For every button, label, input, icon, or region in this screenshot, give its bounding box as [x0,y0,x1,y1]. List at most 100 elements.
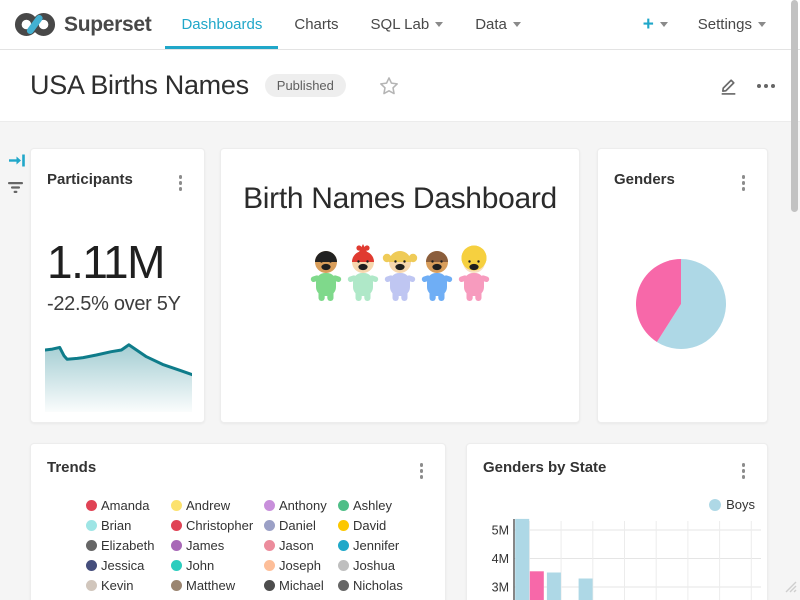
pencil-icon [718,75,739,96]
legend-dot [171,500,182,511]
chart-title: Genders [614,171,675,188]
ellipsis-icon [757,84,761,88]
page-title: USA Births Names [30,70,249,101]
legend-dot [86,520,97,531]
legend-item-kevin[interactable]: Kevin [86,576,171,596]
svg-text:4M: 4M [492,552,509,566]
genders-by-state-bar-chart: 5M 4M 3M [467,515,767,600]
legend-dot [264,540,275,551]
legend-dot [264,500,275,511]
legend-dot [264,520,275,531]
svg-text:3M: 3M [492,580,509,594]
legend-item-amanda[interactable]: Amanda [86,496,171,516]
legend-item-andrew[interactable]: Andrew [171,496,264,516]
kid-figure [308,244,344,302]
resize-handle-icon[interactable] [782,578,797,598]
superset-logo[interactable]: Superset [14,11,151,38]
chevron-down-icon [758,22,766,27]
legend-item-jason[interactable]: Jason [264,536,338,556]
chart-menu-kebab-icon[interactable] [736,459,752,483]
trends-card: Trends Amanda Andrew Anthony Ashley Bria… [30,443,446,600]
chart-title: Genders by State [483,459,606,476]
dashboard-grid: Participants 1.11M -22.5% over 5Y Birth … [0,122,800,600]
legend-item-michael[interactable]: Michael [264,576,338,596]
legend-item-joshua[interactable]: Joshua [338,556,438,576]
legend-item-christopher[interactable]: Christopher [171,516,264,536]
legend-dot [86,540,97,551]
expand-filter-bar-icon[interactable] [8,152,27,174]
participants-card: Participants 1.11M -22.5% over 5Y [30,148,205,423]
new-item-button[interactable]: + [643,15,668,34]
top-navbar: Superset Dashboards Charts SQL Lab Data … [0,0,800,50]
legend-dot [86,560,97,571]
nav-tab-charts[interactable]: Charts [278,0,354,49]
chart-menu-kebab-icon[interactable] [173,171,189,195]
legend-dot [338,560,349,571]
legend-dot [709,499,721,511]
chart-menu-kebab-icon[interactable] [736,171,752,195]
trends-legend: Amanda Andrew Anthony Ashley Brian Chris… [86,496,429,600]
legend-dot [171,520,182,531]
legend-item-nicholas[interactable]: Nicholas [338,576,438,596]
filter-icon[interactable] [7,180,24,200]
legend-item-james[interactable]: James [171,536,264,556]
markdown-card: Birth Names Dashboard [220,148,580,423]
genders-by-state-card: Genders by State Boys 5M 4M 3M [466,443,768,600]
kid-figure [456,244,492,302]
chart-menu-kebab-icon[interactable] [414,459,430,483]
legend-dot [338,540,349,551]
main-nav: Dashboards Charts SQL Lab Data [165,0,536,49]
svg-text:5M: 5M [492,523,509,537]
legend-item-boys[interactable]: Boys [467,497,755,513]
legend-item-sarah[interactable]: Sarah [264,596,338,600]
legend-item-john[interactable]: John [171,556,264,576]
legend-item-david[interactable]: David [338,516,438,536]
chevron-down-icon [660,22,668,27]
legend-dot [86,500,97,511]
legend-item-brian[interactable]: Brian [86,516,171,536]
legend-dot [171,560,182,571]
chart-title: Trends [47,459,96,476]
big-number-subheader: -22.5% over 5Y [47,293,188,316]
favorite-star-icon[interactable] [378,75,400,97]
infinity-logo-icon [14,11,56,38]
settings-menu[interactable]: Settings [698,16,766,33]
legend-dot [264,560,275,571]
legend-dot [171,580,182,591]
legend-dot [338,500,349,511]
edit-dashboard-button[interactable] [718,75,739,96]
nav-tab-sql-lab[interactable]: SQL Lab [355,0,460,49]
kids-illustration [221,244,579,302]
more-actions-button[interactable] [757,84,775,88]
legend-item-daniel[interactable]: Daniel [264,516,338,536]
legend-item-jennifer[interactable]: Jennifer [338,536,438,556]
legend-item-ryan[interactable]: Ryan [171,596,264,600]
brand-name: Superset [64,13,151,37]
legend-item-ashley[interactable]: Ashley [338,496,438,516]
chart-title: Participants [47,171,133,188]
nav-tab-dashboards[interactable]: Dashboards [165,0,278,49]
published-badge[interactable]: Published [265,74,346,97]
legend-dot [86,580,97,591]
legend-item-anthony[interactable]: Anthony [264,496,338,516]
nav-tab-data[interactable]: Data [459,0,537,49]
legend-item-joseph[interactable]: Joseph [264,556,338,576]
legend-item-thomas[interactable]: Thomas [338,596,438,600]
genders-card: Genders [597,148,768,423]
legend-item-elizabeth[interactable]: Elizabeth [86,536,171,556]
kid-figure [345,244,381,302]
legend-item-robert[interactable]: Robert [86,596,171,600]
markdown-heading: Birth Names Dashboard [221,182,579,216]
kid-figure [419,244,455,302]
genders-pie-chart [635,258,727,350]
legend-dot [171,540,182,551]
chevron-down-icon [513,22,521,27]
legend-item-jessica[interactable]: Jessica [86,556,171,576]
legend-item-matthew[interactable]: Matthew [171,576,264,596]
big-number-value: 1.11M [47,239,188,285]
legend-dot [264,580,275,591]
plus-icon: + [643,15,654,34]
vertical-scrollbar[interactable] [791,0,798,212]
legend-dot [338,520,349,531]
chevron-down-icon [435,22,443,27]
